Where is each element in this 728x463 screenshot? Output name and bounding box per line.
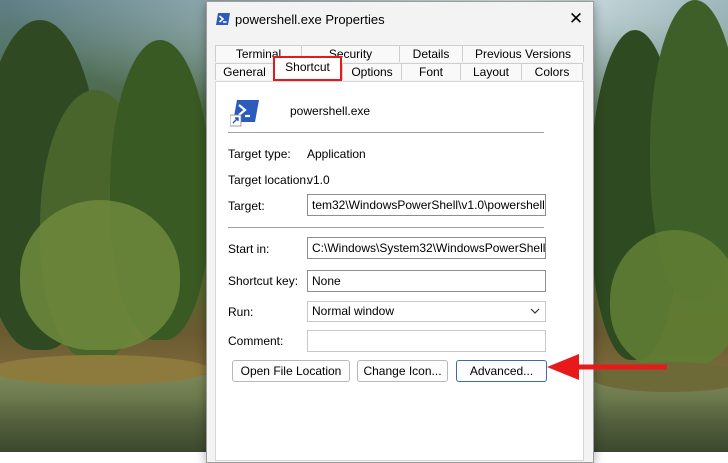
chevron-down-icon [530, 304, 540, 325]
tab-row-back: Terminal Security Details Previous Versi… [215, 45, 584, 62]
shortcut-key-field[interactable]: None [307, 270, 546, 292]
tab-layout[interactable]: Layout [460, 63, 522, 80]
target-type-value: Application [307, 147, 366, 161]
tab-options[interactable]: Options [342, 63, 402, 80]
target-label: Target: [228, 199, 265, 213]
divider [228, 227, 544, 228]
run-label: Run: [228, 305, 254, 319]
comment-label: Comment: [228, 334, 284, 348]
tab-details[interactable]: Details [399, 45, 463, 62]
start-in-field[interactable]: C:\Windows\System32\WindowsPowerShell\v1… [307, 237, 546, 259]
run-select-value: Normal window [312, 304, 395, 318]
powershell-icon [216, 13, 230, 25]
tab-font[interactable]: Font [401, 63, 461, 80]
comment-field[interactable] [307, 330, 546, 352]
shortcut-key-label: Shortcut key: [228, 274, 299, 288]
run-select[interactable]: Normal window [307, 301, 546, 322]
start-in-label: Start in: [228, 242, 270, 256]
tab-row-front: General Options Font Layout Colors [215, 63, 583, 80]
shortcut-panel: powershell.exe Target type: Application … [215, 81, 584, 461]
tab-shortcut[interactable]: Shortcut [273, 56, 342, 81]
target-field[interactable]: tem32\WindowsPowerShell\v1.0\powershell.… [307, 194, 546, 216]
open-file-location-button[interactable]: Open File Location [232, 360, 350, 382]
close-button[interactable]: ✕ [559, 2, 593, 36]
powershell-large-icon [230, 100, 259, 127]
close-icon: ✕ [568, 9, 584, 28]
title-bar: powershell.exe Properties ✕ [207, 2, 593, 36]
properties-dialog: powershell.exe Properties ✕ Terminal Sec… [206, 1, 594, 463]
divider [228, 132, 544, 133]
pointer-arrow-annotation [547, 354, 667, 380]
window-title: powershell.exe Properties [235, 12, 385, 27]
tab-colors[interactable]: Colors [521, 63, 583, 80]
target-location-value: v1.0 [307, 173, 330, 187]
target-type-label: Target type: [228, 147, 291, 161]
start-in-field-value: C:\Windows\System32\WindowsPowerShell\v1… [312, 241, 546, 255]
tab-previous-versions[interactable]: Previous Versions [462, 45, 584, 62]
target-field-value: tem32\WindowsPowerShell\v1.0\powershell.… [312, 198, 546, 212]
tab-shortcut-label: Shortcut [285, 60, 330, 74]
tab-general[interactable]: General [215, 63, 274, 80]
app-name: powershell.exe [290, 104, 371, 118]
advanced-button[interactable]: Advanced... [456, 360, 547, 382]
shortcut-key-value: None [312, 274, 341, 288]
target-location-label: Target location: [228, 173, 310, 187]
change-icon-button[interactable]: Change Icon... [357, 360, 448, 382]
